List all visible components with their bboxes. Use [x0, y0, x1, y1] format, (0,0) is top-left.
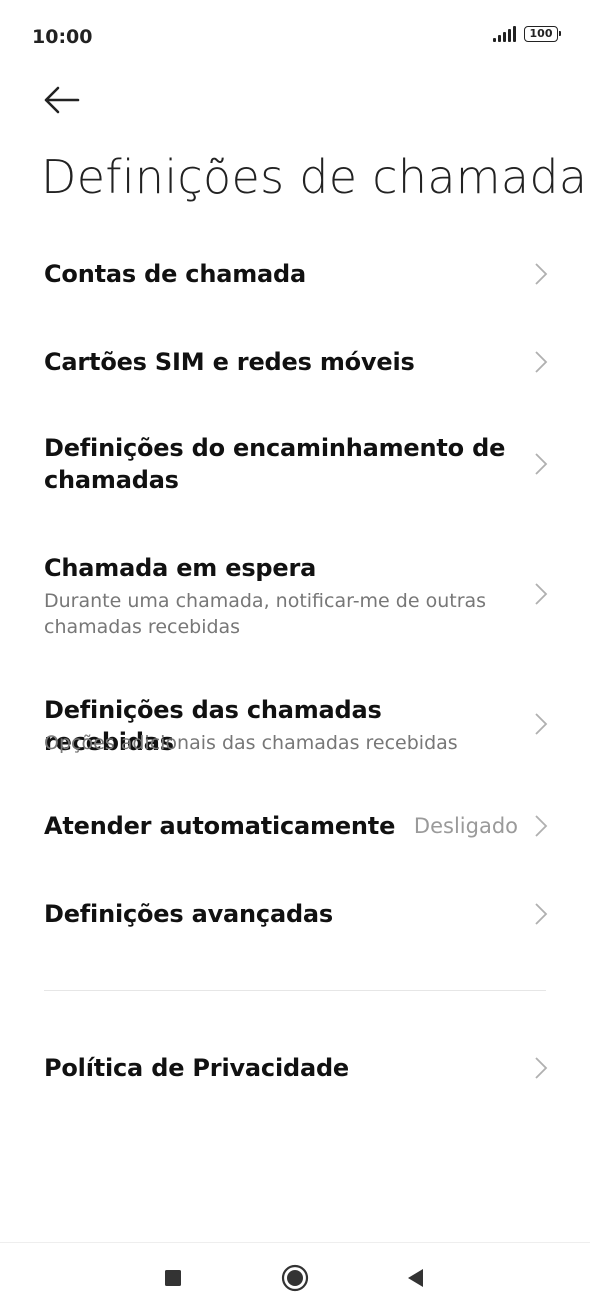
call-waiting-item[interactable]: Chamada em espera Durante uma chamada, n…: [0, 532, 590, 656]
status-bar: 10:00 100: [0, 0, 590, 70]
chevron-right-icon: [535, 263, 548, 285]
status-icons: 100: [493, 26, 561, 42]
auto-answer-item[interactable]: Atender automaticamente Desligado: [0, 784, 590, 868]
circle-icon: [281, 1264, 309, 1292]
recents-button[interactable]: [153, 1263, 193, 1293]
square-icon: [165, 1270, 181, 1286]
nav-back-button[interactable]: [395, 1263, 435, 1293]
chevron-right-icon: [535, 1057, 548, 1079]
item-subtitle-line1: Durante uma chamada, notificar-me de out…: [44, 590, 487, 612]
chevron-right-icon: [535, 903, 548, 925]
chevron-right-icon: [535, 453, 548, 475]
call-accounts-item[interactable]: Contas de chamada: [0, 230, 590, 318]
page-title: Definições de chamada: [41, 150, 588, 204]
item-title: Chamada em espera: [44, 554, 317, 582]
sim-cards-item[interactable]: Cartões SIM e redes móveis: [0, 318, 590, 406]
item-title: Atender automaticamente: [44, 812, 396, 840]
privacy-policy-item[interactable]: Política de Privacidade: [0, 1026, 590, 1110]
item-title: Cartões SIM e redes móveis: [44, 348, 415, 376]
section-divider: [44, 990, 546, 991]
battery-icon: 100: [524, 26, 561, 42]
item-title-line2: chamadas: [44, 466, 179, 494]
screen: 10:00 100 Definições de chamada Contas d…: [0, 0, 590, 1312]
navigation-bar: [0, 1242, 590, 1312]
chevron-right-icon: [535, 583, 548, 605]
incoming-calls-item[interactable]: Definições das chamadas recebidas Opções…: [0, 676, 590, 772]
back-button[interactable]: [34, 78, 94, 122]
chevron-right-icon: [535, 713, 548, 735]
item-subtitle-line2: chamadas recebidas: [44, 616, 241, 638]
auto-answer-value: Desligado: [413, 814, 518, 838]
call-forwarding-item[interactable]: Definições do encaminhamento de chamadas: [0, 412, 590, 516]
status-time: 10:00: [32, 26, 93, 48]
home-button[interactable]: [275, 1263, 315, 1293]
back-arrow-icon: [44, 86, 80, 114]
signal-icon: [493, 26, 516, 42]
item-subtitle: Opções adicionais das chamadas recebidas: [44, 732, 458, 754]
triangle-back-icon: [408, 1269, 423, 1287]
item-title-line1: Definições do encaminhamento de: [44, 434, 506, 462]
chevron-right-icon: [535, 351, 548, 373]
item-title: Política de Privacidade: [44, 1054, 349, 1082]
item-title: Definições avançadas: [44, 900, 334, 928]
advanced-settings-item[interactable]: Definições avançadas: [0, 872, 590, 956]
item-title: Contas de chamada: [44, 260, 306, 288]
chevron-right-icon: [535, 815, 548, 837]
